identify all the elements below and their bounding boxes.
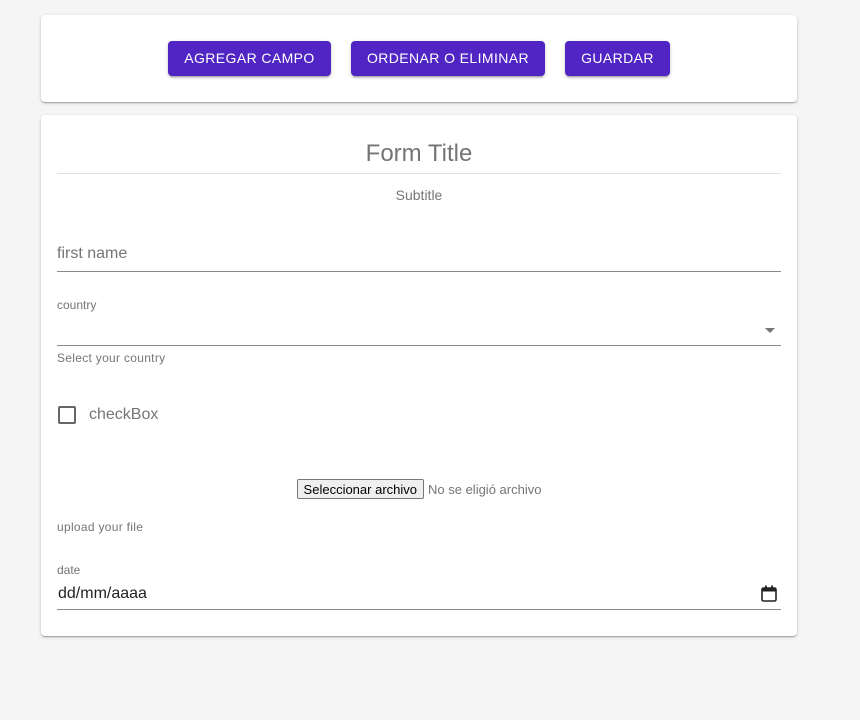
first-name-field xyxy=(57,241,781,272)
save-button[interactable]: GUARDAR xyxy=(565,41,670,76)
form-title[interactable]: Form Title xyxy=(57,139,781,174)
first-name-input[interactable] xyxy=(57,241,781,267)
date-label: date xyxy=(57,563,81,577)
toolbar-card: AGREGAR CAMPO ORDENAR O ELIMINAR GUARDAR xyxy=(41,15,797,102)
file-helper-text: upload your file xyxy=(57,520,144,534)
checkbox[interactable] xyxy=(58,406,76,424)
file-upload: Seleccionar archivo No se eligió archivo xyxy=(41,478,797,500)
country-select[interactable] xyxy=(57,315,781,346)
date-input[interactable]: dd/mm/aaaa xyxy=(57,581,781,610)
checkbox-row[interactable]: checkBox xyxy=(58,405,158,425)
form-subtitle[interactable]: Subtitle xyxy=(57,187,781,203)
file-status-text: No se eligió archivo xyxy=(428,481,542,497)
choose-file-button[interactable]: Seleccionar archivo xyxy=(296,479,424,499)
checkbox-label[interactable]: checkBox xyxy=(89,406,158,424)
form-card: Form Title Subtitle country Select your … xyxy=(41,115,797,636)
country-label: country xyxy=(57,298,97,312)
chevron-down-icon[interactable] xyxy=(765,328,775,333)
calendar-icon[interactable] xyxy=(761,585,777,602)
order-or-delete-button[interactable]: ORDENAR O ELIMINAR xyxy=(351,41,545,76)
date-value[interactable]: dd/mm/aaaa xyxy=(58,585,147,603)
add-field-button[interactable]: AGREGAR CAMPO xyxy=(168,41,331,76)
country-helper-text: Select your country xyxy=(57,351,166,365)
